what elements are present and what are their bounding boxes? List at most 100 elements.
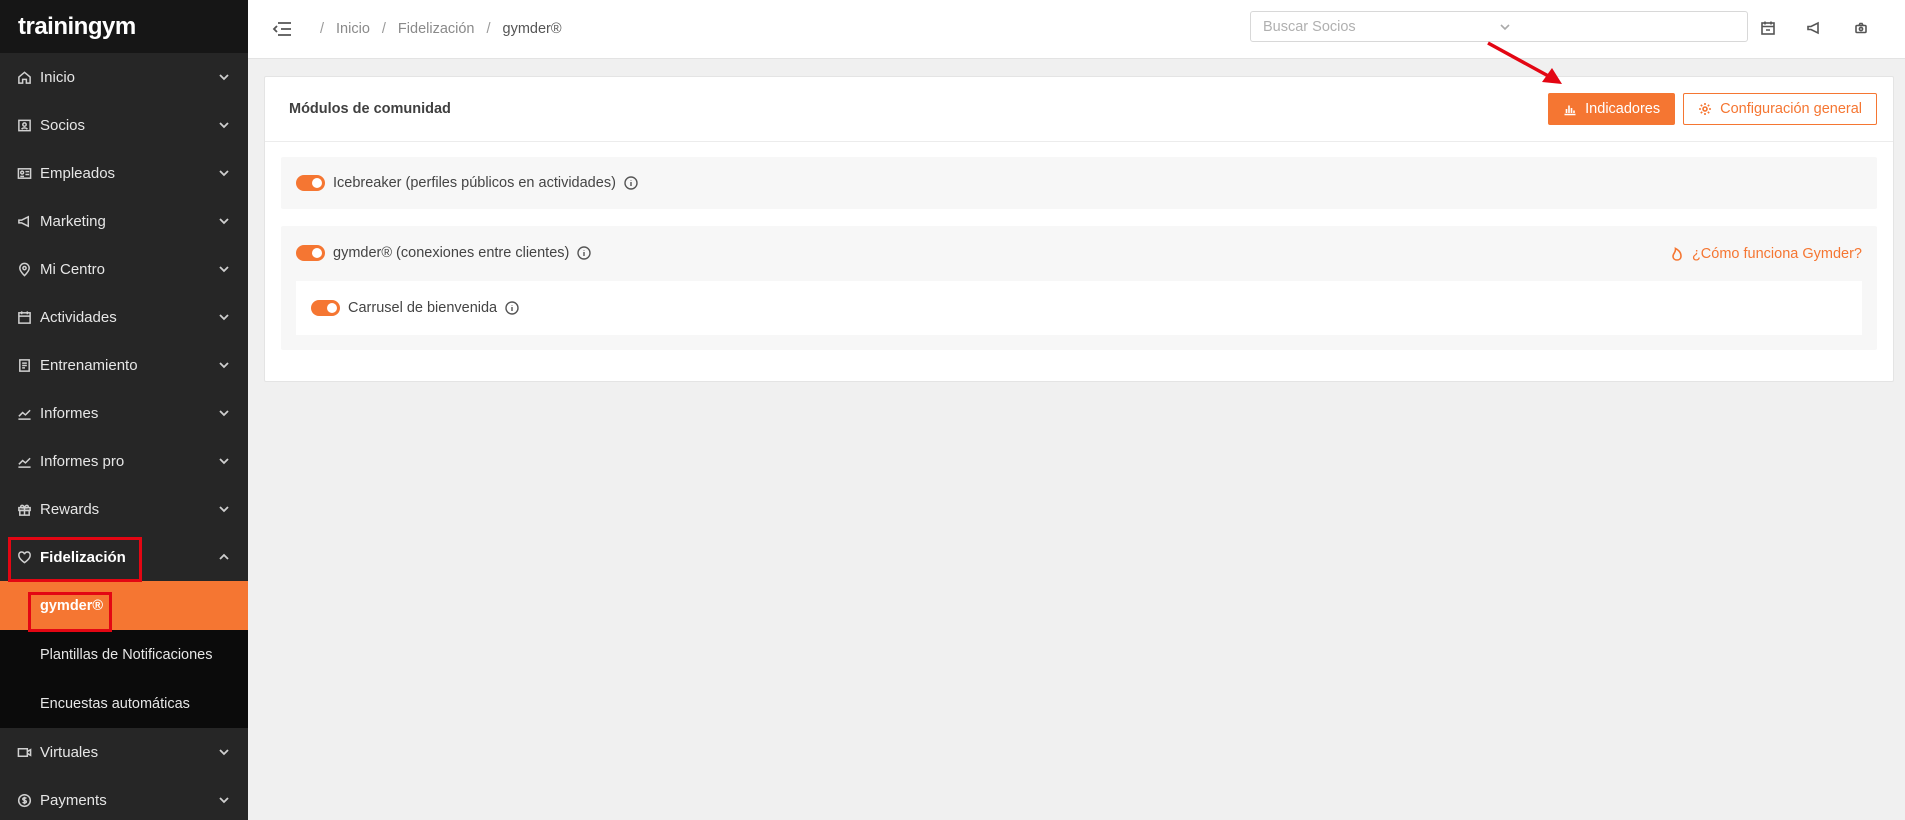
icebreaker-label: Icebreaker (perfiles públicos en activid… [333,175,616,191]
indicators-button[interactable]: Indicadores [1548,93,1676,125]
sidebar-item-label: Inicio [40,68,76,86]
module-row: Carrusel de bienvenida [311,300,519,316]
module-icebreaker: Icebreaker (perfiles públicos en activid… [281,157,1877,209]
chevron-down-icon [218,407,230,419]
gymder-help-link[interactable]: ¿Cómo funciona Gymder? [1670,246,1862,262]
gift-icon [16,501,32,517]
info-icon[interactable] [624,176,638,190]
sidebar-item-label: Empleados [40,164,116,182]
chevron-down-icon [218,167,230,179]
camera-icon[interactable] [1853,20,1869,36]
sidebar-item-inicio[interactable]: Inicio [0,53,248,101]
gymder-label: gymder® (conexiones entre clientes) [333,245,570,261]
collapse-menu-icon[interactable] [272,21,292,37]
gear-icon [1699,103,1712,115]
submenu-item-label: gymder® [40,597,104,614]
chevron-down-icon [218,359,230,371]
submodule-carousel: Carrusel de bienvenida [296,281,1862,335]
calendar-icon [16,309,32,325]
carousel-toggle[interactable] [311,300,340,316]
submenu-item-plantillas[interactable]: Plantillas de Notificaciones [0,630,248,679]
app-logo[interactable]: trainingym [0,0,248,53]
heart-icon [16,549,32,565]
chevron-up-icon [218,551,230,563]
sidebar-item-mi-centro[interactable]: Mi Centro [0,245,248,293]
id-card-icon [16,117,32,133]
sidebar-item-label: Socios [40,116,86,134]
breadcrumb-item-current: gymder® [502,21,562,37]
sidebar-item-label: Marketing [40,212,106,230]
home-icon [16,69,32,85]
breadcrumb-separator: / [320,21,325,37]
sidebar-item-entrenamiento[interactable]: Entrenamiento [0,341,248,389]
submenu-item-label: Encuestas automáticas [40,695,190,712]
sidebar-item-label: Fidelización [40,548,126,566]
module-row: Icebreaker (perfiles públicos en activid… [296,175,638,191]
chevron-down-icon [218,215,230,227]
module-row: gymder® (conexiones entre clientes) [296,245,592,261]
clipboard-icon [16,357,32,373]
badge-icon [16,165,32,181]
bar-chart-icon [1564,105,1576,116]
chevron-down-icon [218,794,230,806]
chevron-down-icon [218,503,230,515]
chevron-down-icon [218,746,230,758]
info-icon[interactable] [505,301,519,315]
community-modules-card: Módulos de comunidad Indicadores Configu… [264,76,1894,382]
breadcrumb-separator: / [486,21,491,37]
info-icon[interactable] [577,246,592,260]
icebreaker-toggle[interactable] [296,175,325,191]
chevron-down-icon [1499,21,1735,33]
sidebar-item-label: Rewards [40,500,100,518]
sidebar-item-label: Entrenamiento [40,356,138,374]
sidebar-item-actividades[interactable]: Actividades [0,293,248,341]
line-chart-icon [16,405,32,421]
chevron-down-icon [218,263,230,275]
sidebar-item-empleados[interactable]: Empleados [0,149,248,197]
breadcrumb-item-inicio[interactable]: Inicio [336,21,370,37]
search-socios-select[interactable]: Buscar Socios [1250,11,1748,42]
submenu-item-label: Plantillas de Notificaciones [40,646,213,663]
sidebar-item-label: Virtuales [40,743,99,761]
sidebar-item-informes[interactable]: Informes [0,389,248,437]
location-pin-icon [16,261,32,277]
sidebar-item-marketing[interactable]: Marketing [0,197,248,245]
line-chart-icon [16,453,32,469]
flame-icon [1672,247,1682,261]
general-config-button[interactable]: Configuración general [1683,93,1877,125]
megaphone-icon [16,213,32,229]
search-placeholder: Buscar Socios [1263,18,1356,35]
fidelizacion-submenu: gymder® Plantillas de Notificaciones Enc… [0,581,248,728]
breadcrumb-separator: / [381,21,386,37]
submenu-item-gymder[interactable]: gymder® [0,581,248,630]
sidebar-item-label: Mi Centro [40,260,106,278]
gymder-toggle[interactable] [296,245,325,261]
module-gymder: gymder® (conexiones entre clientes) ¿Cóm… [281,226,1877,350]
sidebar-item-socios[interactable]: Socios [0,101,248,149]
chevron-down-icon [218,311,230,323]
sidebar: trainingym Inicio Socios Empleados Marke… [0,0,248,820]
indicators-button-label: Indicadores [1585,101,1661,117]
card-header: Módulos de comunidad Indicadores Configu… [265,77,1893,142]
breadcrumb: / Inicio / Fidelización / gymder® [320,21,562,37]
chevron-down-icon [218,71,230,83]
general-config-button-label: Configuración general [1720,101,1862,117]
sidebar-item-informes-pro[interactable]: Informes pro [0,437,248,485]
gymder-help-label: ¿Cómo funciona Gymder? [1691,246,1862,262]
submenu-item-encuestas[interactable]: Encuestas automáticas [0,679,248,728]
sidebar-item-fidelizacion[interactable]: Fidelización [0,533,248,581]
dollar-circle-icon [16,792,32,808]
megaphone-icon[interactable] [1806,20,1822,36]
calendar-check-icon[interactable] [1760,20,1776,36]
sidebar-item-rewards[interactable]: Rewards [0,485,248,533]
chevron-down-icon [218,119,230,131]
page-title: Módulos de comunidad [289,101,451,117]
sidebar-item-payments[interactable]: Payments [0,776,248,820]
sidebar-item-virtuales[interactable]: Virtuales [0,728,248,776]
breadcrumb-item-fidelizacion[interactable]: Fidelización [398,21,475,37]
topbar: / Inicio / Fidelización / gymder® Buscar… [248,0,1905,59]
chevron-down-icon [218,455,230,467]
sidebar-item-label: Payments [40,791,107,809]
sidebar-item-label: Informes [40,404,99,422]
sidebar-item-label: Actividades [40,308,117,326]
